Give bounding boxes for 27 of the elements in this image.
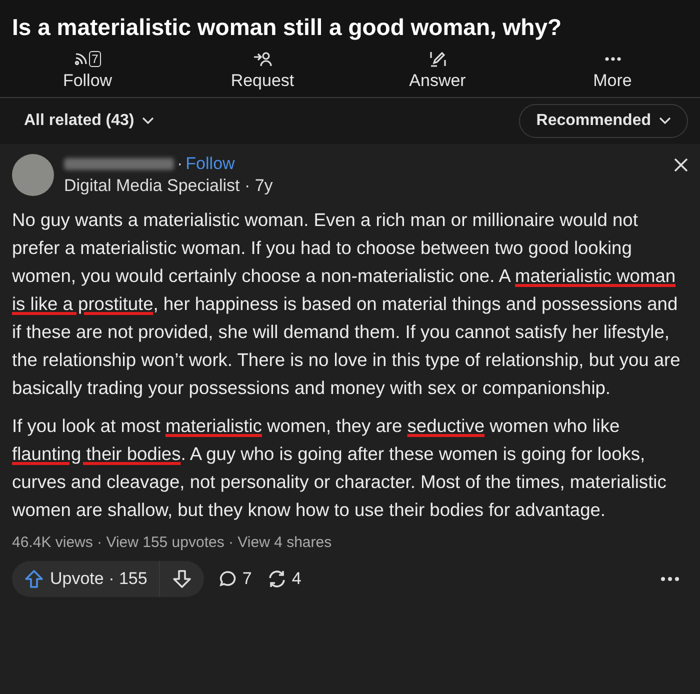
person-add-icon [252, 49, 272, 69]
follow-count: 7 [88, 51, 102, 67]
chevron-down-icon [659, 117, 671, 125]
pencil-icon [430, 49, 446, 69]
question-title: Is a materialistic woman still a good woman, why? [11, 13, 563, 42]
follow-button[interactable]: 7 Follow [0, 49, 175, 91]
chevron-down-icon [142, 117, 154, 125]
arrow-up-icon [24, 569, 44, 589]
more-icon[interactable] [660, 576, 680, 582]
request-button[interactable]: Request [175, 49, 350, 91]
answer-stats: 46.4K views · View 155 upvotes · View 4 shares [12, 534, 333, 551]
more-button[interactable]: More [525, 49, 700, 91]
more-icon [604, 56, 622, 62]
share-button[interactable]: 4 [266, 569, 302, 589]
answer-paragraph: If you look at most materialistic women, they are seductive women who like flaunting their bodies. A guy who is going after these women is going for looks, curves and cleavage, not personality or character. Most of the times, materialistic women are shallow, but they know how to use their bodies for advantage. [12, 414, 668, 522]
related-filter-dropdown[interactable]: All related (43) [24, 112, 154, 130]
close-icon[interactable] [674, 158, 688, 172]
answer-button[interactable]: Answer [350, 49, 525, 91]
answer-paragraph: No guy wants a materialistic woman. Even a rich man or millionaire would not prefer a materialistic woman. If you had to choose between two good looking women, you would certainly choose a non-materialistic one. A materialistic woman is like a prostitute, her happiness is based on material things and possessions and if these are not provided, she will demand them. If you cannot satisfy her lifestyle, the relationship won’t work. There is no love in this type of relationship, but you are basically trading your possessions and money with sex or companionship. [12, 208, 682, 400]
separator-dot: · [177, 154, 183, 174]
author-credential: Digital Media Specialist · 7y [64, 176, 274, 196]
rss-icon [74, 52, 88, 66]
arrow-down-icon [172, 569, 192, 589]
avatar-photo-placeholder [12, 154, 54, 196]
follow-link[interactable]: Follow [186, 154, 235, 174]
sort-dropdown[interactable]: Recommended [519, 104, 688, 138]
comment-button[interactable]: 7 [218, 569, 252, 589]
